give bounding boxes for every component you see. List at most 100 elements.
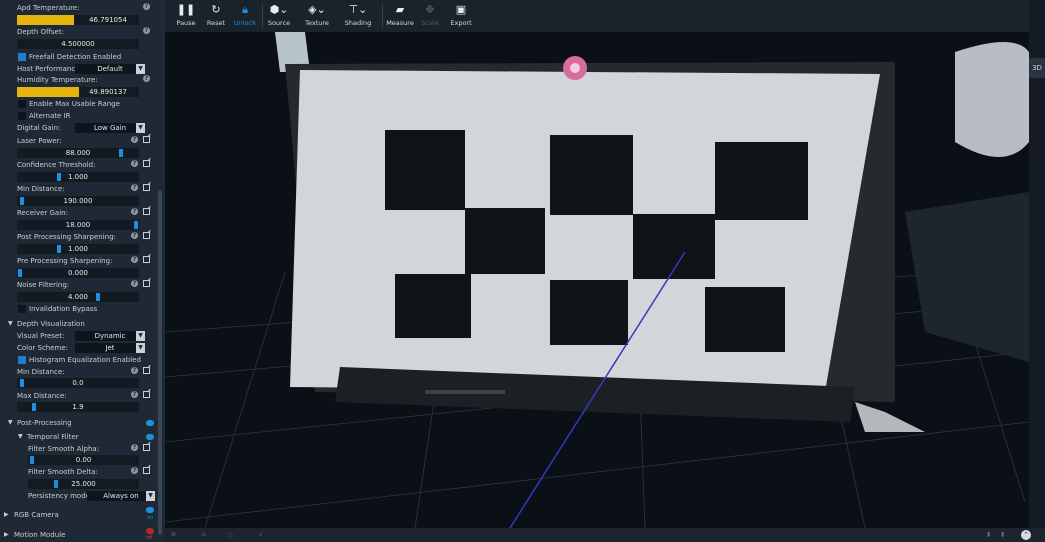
post-sharpening-slider[interactable]: 1.000 bbox=[17, 244, 139, 254]
edit-icon[interactable] bbox=[143, 184, 150, 191]
edit-icon[interactable] bbox=[143, 208, 150, 215]
smooth-delta-slider[interactable]: 25.000 bbox=[28, 479, 139, 489]
visual-preset-label: Visual Preset: bbox=[17, 332, 65, 340]
alternate-ir-checkbox[interactable] bbox=[18, 112, 26, 120]
post-sharpening-label: Post Processing Sharpening: bbox=[17, 233, 116, 241]
edit-icon[interactable] bbox=[143, 280, 150, 287]
digital-gain-label: Digital Gain: bbox=[17, 124, 61, 132]
temporal-filter-toggle[interactable] bbox=[146, 434, 154, 440]
receiver-gain-slider[interactable]: 18.000 bbox=[17, 220, 139, 230]
error-count-icon[interactable]: ⊗ bbox=[171, 531, 176, 538]
pre-sharpening-slider[interactable]: 0.000 bbox=[17, 268, 139, 278]
persistency-value: Always on bbox=[103, 492, 139, 500]
edit-icon[interactable] bbox=[143, 232, 150, 239]
humidity-temperature-readout: 49.890137 bbox=[17, 87, 139, 97]
freefall-checkbox[interactable] bbox=[18, 53, 26, 61]
rgb-camera-state: on bbox=[147, 515, 154, 521]
digital-gain-value: Low Gain bbox=[93, 124, 127, 132]
motion-module-toggle[interactable] bbox=[146, 528, 154, 534]
confidence-threshold-value: 1.000 bbox=[67, 173, 89, 181]
export-button[interactable]: ▣ Export bbox=[449, 0, 473, 32]
search-icon[interactable]: ⌕ bbox=[259, 531, 262, 539]
sidebar-scrollbar[interactable] bbox=[158, 190, 162, 535]
warning-count-icon[interactable]: ⚠ bbox=[201, 531, 206, 538]
edit-icon[interactable] bbox=[143, 367, 150, 374]
post-processing-toggle[interactable] bbox=[146, 420, 154, 426]
host-performance-label: Host Performance: bbox=[17, 65, 82, 73]
digital-gain-select[interactable]: Low Gain ▼ bbox=[75, 123, 145, 133]
help-icon[interactable]: ? bbox=[143, 75, 150, 82]
info-count-icon[interactable]: ⓘ bbox=[227, 531, 233, 540]
smooth-alpha-slider[interactable]: 0.00 bbox=[28, 455, 139, 465]
help-icon[interactable]: ? bbox=[131, 232, 138, 239]
help-icon[interactable]: ? bbox=[131, 184, 138, 191]
point-cloud-viewport[interactable] bbox=[165, 32, 1029, 528]
min-distance-slider[interactable]: 190.000 bbox=[17, 196, 139, 206]
scale-button[interactable]: ✥ Scale bbox=[419, 0, 441, 32]
laser-power-value: 88.000 bbox=[65, 149, 91, 157]
host-performance-select[interactable]: Default ▼ bbox=[75, 64, 145, 74]
edit-icon[interactable] bbox=[143, 136, 150, 143]
confidence-threshold-slider[interactable]: 1.000 bbox=[17, 172, 139, 182]
visual-preset-select[interactable]: Dynamic ▼ bbox=[75, 331, 145, 341]
viz-min-distance-slider[interactable]: 0.0 bbox=[17, 378, 139, 388]
depth-visualization-label: Depth Visualization bbox=[17, 320, 85, 328]
measure-button[interactable]: ▰ Measure bbox=[385, 0, 415, 32]
noise-filtering-slider[interactable]: 4.000 bbox=[17, 292, 139, 302]
toolbar: ❚❚ Pause ↻ Reset 🔒︎ Unlock ⬢⌄ Source ◈⌄ … bbox=[165, 0, 1045, 32]
edit-icon[interactable] bbox=[143, 256, 150, 263]
help-icon[interactable]: ? bbox=[131, 367, 138, 374]
help-icon[interactable]: ? bbox=[143, 3, 150, 10]
histogram-checkbox[interactable] bbox=[18, 356, 26, 364]
reset-button[interactable]: ↻ Reset bbox=[203, 0, 229, 32]
help-icon[interactable]: ? bbox=[131, 391, 138, 398]
viz-min-distance-label: Min Distance: bbox=[17, 368, 65, 376]
help-icon[interactable]: ? bbox=[143, 27, 150, 34]
noise-filtering-value: 4.000 bbox=[67, 293, 89, 301]
laser-power-slider[interactable]: 88.000 bbox=[17, 148, 139, 158]
ruler-icon: ▰ bbox=[395, 3, 405, 16]
edit-icon[interactable] bbox=[143, 467, 150, 474]
help-icon[interactable]: ? bbox=[131, 280, 138, 287]
host-performance-value: Default bbox=[97, 65, 123, 73]
edit-icon[interactable] bbox=[143, 391, 150, 398]
shading-button[interactable]: ⊤⌄ Shading bbox=[343, 0, 373, 32]
refresh-icon: ↻ bbox=[211, 3, 221, 16]
help-icon[interactable]: ? bbox=[131, 467, 138, 474]
color-scheme-select[interactable]: Jet ▼ bbox=[75, 343, 145, 353]
invalidation-bypass-label: Invalidation Bypass bbox=[29, 305, 98, 313]
help-icon[interactable]: ? bbox=[131, 208, 138, 215]
temporal-filter-label: Temporal Filter bbox=[27, 433, 79, 441]
unlock-button[interactable]: 🔒︎ Unlock bbox=[232, 0, 258, 32]
humidity-temperature-value: 49.890137 bbox=[89, 88, 127, 96]
status-bar: ⊗ ⚠ ⓘ ⌕ ▮ ▮ ⌃ bbox=[165, 528, 1045, 542]
lock-icon: 🔒︎ bbox=[242, 3, 248, 16]
invalidation-bypass-checkbox[interactable] bbox=[18, 305, 26, 313]
source-button[interactable]: ⬢⌄ Source bbox=[265, 0, 293, 32]
edit-icon[interactable] bbox=[143, 444, 150, 451]
viz-max-distance-slider[interactable]: 1.9 bbox=[17, 402, 139, 412]
smooth-delta-label: Filter Smooth Delta: bbox=[28, 468, 98, 476]
edit-icon[interactable] bbox=[143, 160, 150, 167]
help-icon[interactable]: ? bbox=[131, 444, 138, 451]
texture-button[interactable]: ◈⌄ Texture bbox=[303, 0, 331, 32]
point-cloud-render bbox=[165, 32, 1029, 528]
paw-icon: ✥ bbox=[425, 3, 435, 16]
help-icon[interactable]: ? bbox=[131, 160, 138, 167]
depth-offset-input[interactable]: 4.500000 bbox=[17, 39, 139, 49]
post-processing-label: Post-Processing bbox=[17, 419, 72, 427]
help-icon[interactable]: ? bbox=[131, 136, 138, 143]
laser-power-label: Laser Power: bbox=[17, 137, 62, 145]
post-sharpening-value: 1.000 bbox=[67, 245, 89, 253]
help-icon[interactable]: ? bbox=[131, 256, 138, 263]
pause-button[interactable]: ❚❚ Pause bbox=[173, 0, 199, 32]
max-usable-range-checkbox[interactable] bbox=[18, 100, 26, 108]
view-mode-badge[interactable]: 3D bbox=[1029, 58, 1045, 78]
trash-icon[interactable]: ▮ bbox=[987, 531, 990, 538]
persistency-select[interactable]: Always on ▼ bbox=[87, 491, 155, 501]
receiver-gain-value: 18.000 bbox=[65, 221, 91, 229]
expand-up-icon[interactable]: ⌃ bbox=[1021, 530, 1031, 540]
lock-status-icon[interactable]: ▮ bbox=[1001, 531, 1004, 538]
rgb-camera-toggle[interactable] bbox=[146, 507, 154, 513]
smooth-alpha-value: 0.00 bbox=[75, 456, 92, 464]
